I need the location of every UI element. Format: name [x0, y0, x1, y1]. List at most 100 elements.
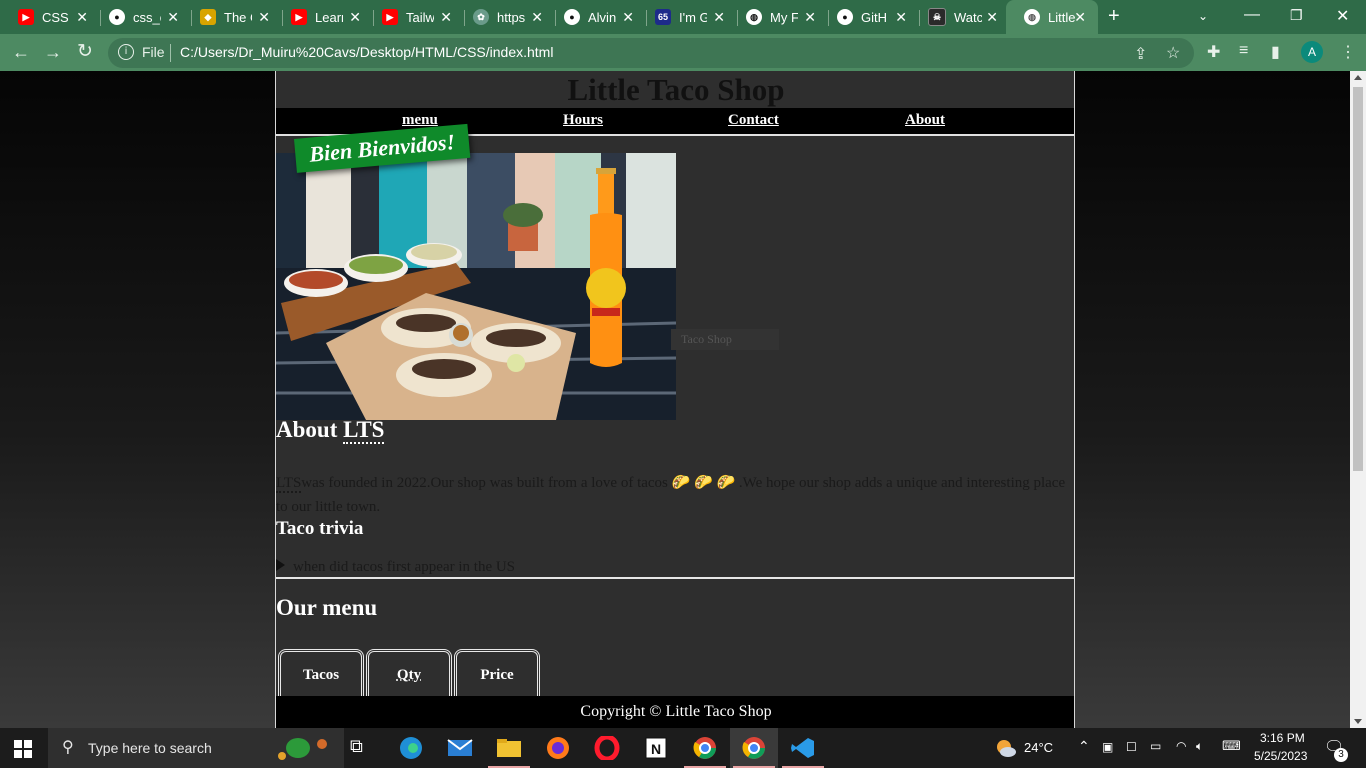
- firefox-icon[interactable]: [545, 736, 571, 760]
- search-placeholder: Type here to search: [88, 740, 212, 756]
- browser-tab[interactable]: ▶ Learr ✕: [273, 0, 373, 34]
- mail-icon[interactable]: [447, 736, 473, 760]
- scrollbar-thumb[interactable]: [1353, 87, 1363, 471]
- chrome-icon[interactable]: [692, 736, 718, 760]
- tab-title: css_c: [133, 9, 161, 25]
- tab-title: Learr: [315, 9, 343, 25]
- back-button[interactable]: ←: [12, 42, 30, 63]
- close-icon[interactable]: ✕: [804, 9, 816, 26]
- vscode-icon[interactable]: [790, 736, 816, 760]
- side-panel-icon[interactable]: ▮: [1271, 42, 1280, 62]
- chrome-active-icon[interactable]: [741, 736, 767, 760]
- restore-button[interactable]: ❐: [1290, 7, 1303, 24]
- opera-icon[interactable]: [594, 734, 620, 762]
- menu-heading: Our menu: [276, 595, 378, 620]
- task-view-icon[interactable]: ⧉: [350, 736, 376, 760]
- page-scrollbar[interactable]: [1350, 71, 1366, 728]
- tab-title: Alvin: [588, 9, 616, 25]
- extensions-icon[interactable]: ✚: [1207, 42, 1220, 62]
- browser-tab[interactable]: ◆ The C ✕: [182, 0, 282, 34]
- tab-title: GitH: [861, 9, 887, 25]
- site-icon: ◆: [200, 9, 216, 25]
- info-icon[interactable]: i: [118, 44, 134, 60]
- browser-tab[interactable]: ✿ https ✕: [455, 0, 555, 34]
- new-tab-button[interactable]: +: [1108, 5, 1120, 28]
- reload-button[interactable]: ↻: [77, 40, 93, 63]
- search-icon: ⚲: [62, 739, 74, 756]
- globe-icon: ◍: [746, 9, 762, 25]
- menu-icon[interactable]: ⋮: [1340, 42, 1356, 62]
- close-icon[interactable]: ✕: [258, 9, 270, 26]
- weather-temp[interactable]: 24°C: [1024, 740, 1053, 755]
- browser-tab[interactable]: ● GitH ✕: [819, 0, 919, 34]
- close-icon[interactable]: ✕: [713, 9, 725, 26]
- browser-tab-active[interactable]: ◍ Little ✕: [1006, 0, 1098, 34]
- volume-icon[interactable]: 🔈︎: [1196, 739, 1203, 754]
- youtube-icon: ▶: [291, 9, 307, 25]
- close-icon[interactable]: ✕: [440, 9, 452, 26]
- nav-link-hours[interactable]: Hours: [563, 112, 603, 129]
- table-header-tacos: Tacos: [278, 649, 364, 699]
- browser-tab[interactable]: ● css_c ✕: [91, 0, 191, 34]
- media-icon[interactable]: ≡: [1239, 42, 1248, 60]
- windows-start-icon[interactable]: [14, 740, 32, 758]
- close-icon[interactable]: ✕: [76, 9, 88, 26]
- clock-date[interactable]: 5/25/2023: [1254, 749, 1307, 763]
- profile-avatar[interactable]: A: [1301, 41, 1323, 63]
- scroll-up-arrow-icon[interactable]: [1354, 75, 1362, 80]
- youtube-icon: ▶: [18, 9, 34, 25]
- tab-title: I'm G: [679, 9, 707, 25]
- battery-icon[interactable]: ▭: [1150, 739, 1161, 753]
- browser-tab[interactable]: 65 I'm G ✕: [637, 0, 737, 34]
- onedrive-icon[interactable]: ☐: [1126, 740, 1137, 754]
- tab-search-icon[interactable]: ⌄: [1198, 9, 1208, 23]
- close-window-button[interactable]: ✕: [1336, 6, 1349, 26]
- browser-tab[interactable]: ☠ Watc ✕: [910, 0, 1010, 34]
- scheme-label: File: [142, 44, 165, 60]
- notification-count-badge: 3: [1334, 748, 1348, 762]
- close-icon[interactable]: ✕: [986, 9, 998, 26]
- share-icon[interactable]: ⇪: [1134, 44, 1147, 64]
- page-viewport: Little Taco Shop menu Hours Contact Abou…: [0, 71, 1350, 728]
- address-bar[interactable]: i File C:/Users/Dr_Muiru%20Cavs/Desktop/…: [108, 38, 1194, 68]
- browser-tab[interactable]: ◍ My F ✕: [728, 0, 828, 34]
- tab-title: https: [497, 9, 525, 25]
- tab-title: My F: [770, 9, 798, 25]
- table-header-qty: Qty: [366, 649, 452, 699]
- taskbar-search-box[interactable]: ⚲ Type here to search: [48, 728, 344, 768]
- close-icon[interactable]: ✕: [895, 9, 907, 26]
- clock-time[interactable]: 3:16 PM: [1260, 731, 1305, 745]
- close-icon[interactable]: ✕: [531, 9, 543, 26]
- nav-link-contact[interactable]: Contact: [728, 112, 779, 129]
- wifi-icon[interactable]: ◠: [1176, 739, 1186, 753]
- forward-button[interactable]: →: [44, 42, 62, 63]
- disclosure-triangle-icon[interactable]: [276, 559, 285, 571]
- minimize-button[interactable]: —: [1244, 6, 1260, 24]
- search-highlight-icon: [276, 734, 336, 762]
- file-explorer-icon[interactable]: [496, 736, 522, 760]
- browser-tab[interactable]: ● Alvin ✕: [546, 0, 646, 34]
- weather-icon[interactable]: [994, 738, 1016, 763]
- close-icon[interactable]: ✕: [167, 9, 179, 26]
- nav-link-about[interactable]: About: [905, 112, 945, 129]
- youtube-icon: ▶: [382, 9, 398, 25]
- keyboard-icon[interactable]: ⌨: [1222, 738, 1241, 754]
- meet-now-icon[interactable]: ▣: [1102, 740, 1113, 754]
- site-footer: Copyright © Little Taco Shop: [276, 696, 1074, 728]
- edge-icon[interactable]: [398, 736, 424, 760]
- lts-abbr: LTS: [343, 417, 385, 444]
- notion-icon[interactable]: N: [643, 736, 669, 760]
- close-icon[interactable]: ✕: [622, 9, 634, 26]
- about-paragraph: LTSwas founded in 2022.Our shop was buil…: [276, 475, 1066, 515]
- browser-tab[interactable]: ▶ CSS T ✕: [0, 0, 100, 34]
- about-heading: About LTS: [276, 417, 385, 444]
- close-icon[interactable]: ✕: [1074, 9, 1086, 26]
- trivia-details-summary[interactable]: when did tacos first appear in the US: [276, 559, 515, 576]
- url-text[interactable]: C:/Users/Dr_Muiru%20Cavs/Desktop/HTML/CS…: [180, 44, 553, 60]
- tray-chevron-icon[interactable]: ⌃: [1078, 738, 1090, 755]
- bookmark-star-icon[interactable]: ☆: [1166, 43, 1180, 63]
- scroll-down-arrow-icon[interactable]: [1354, 719, 1362, 724]
- browser-tab[interactable]: ▶ Tailw ✕: [364, 0, 464, 34]
- globe-icon: ◍: [1024, 9, 1040, 25]
- close-icon[interactable]: ✕: [349, 9, 361, 26]
